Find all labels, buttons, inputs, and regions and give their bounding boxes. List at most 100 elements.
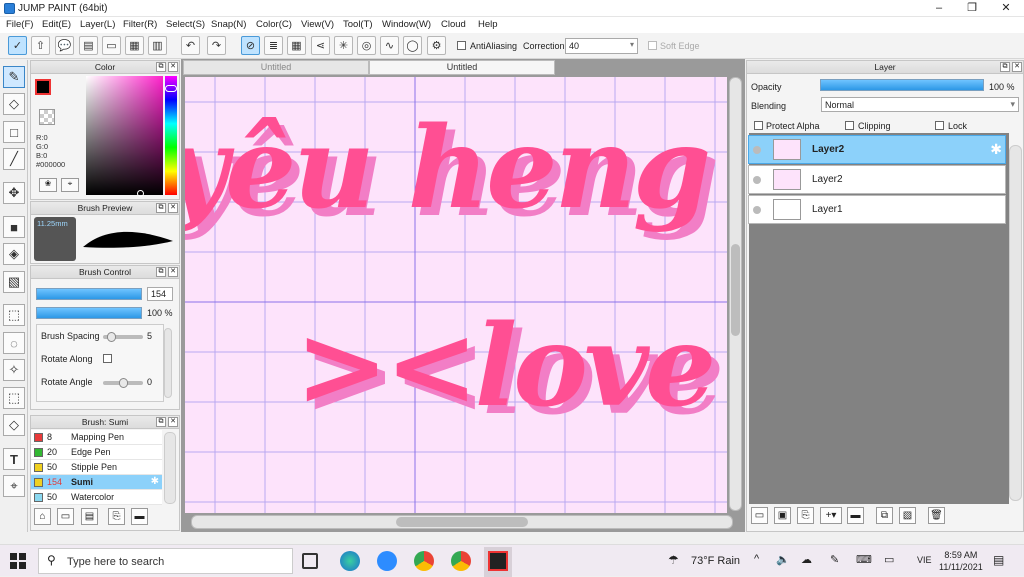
close-icon[interactable]: ✕ [168,417,178,427]
task-view-icon[interactable] [302,553,318,569]
layout-icon[interactable]: ▥ [148,36,167,55]
lock-checkbox[interactable] [935,121,944,130]
saturation-value-picker[interactable] [86,76,163,195]
new-document-icon[interactable]: ▭ [102,36,121,55]
snap-settings-icon[interactable]: ⚙ [427,36,446,55]
eraser-tool-icon[interactable]: ◇ [3,93,25,115]
vertical-scrollbar[interactable] [729,77,742,511]
foreground-color-swatch[interactable] [35,79,51,95]
layer-folder-icon[interactable]: ▬ [847,507,864,524]
menu-color[interactable]: Color(C) [256,19,292,30]
chevron-up-icon[interactable]: ^ [754,553,759,565]
menu-edit[interactable]: Edit(E) [42,19,71,30]
cloud-icon[interactable]: ☁ [801,553,812,566]
gradient-tool-icon[interactable]: ▧ [3,271,25,293]
chrome-icon[interactable] [414,551,434,571]
picker-cursor[interactable] [137,190,144,197]
menu-select[interactable]: Select(S) [166,19,205,30]
battery-icon[interactable]: ▭ [884,553,894,566]
brush-shop-icon[interactable]: ⌂ [34,508,51,525]
antialiasing-checkbox[interactable] [457,41,466,50]
speaker-icon[interactable]: 🔈 [776,553,790,566]
close-icon[interactable]: ✕ [1012,62,1022,72]
menu-tool[interactable]: Tool(T) [343,19,373,30]
document-tab-active[interactable]: Untitled [369,60,555,75]
gear-icon[interactable]: ✱ [990,141,1002,158]
start-icon[interactable] [10,553,26,569]
transparent-swatch[interactable] [39,109,55,125]
blending-select[interactable]: Normal ▾ [821,97,1019,112]
rectangle-tool-icon[interactable]: □ [3,121,25,143]
snap-off-icon[interactable]: ⊘ [241,36,260,55]
new-layer-icon[interactable]: ▭ [751,507,768,524]
search-box[interactable]: ⚲ Type here to search [38,548,293,574]
close-icon[interactable]: ✕ [168,203,178,213]
menu-help[interactable]: Help [478,19,498,30]
document-tab[interactable]: Untitled [183,60,369,75]
weather-text[interactable]: 73°F Rain [691,555,740,567]
brush-spacing-knob[interactable] [107,332,116,342]
undock-icon[interactable]: ⧉ [1000,62,1010,72]
maximize-button[interactable]: ❐ [955,0,989,17]
eyedropper-tool-icon[interactable]: ⌖ [3,475,25,497]
menu-view[interactable]: View(V) [301,19,334,30]
undock-icon[interactable]: ⧉ [156,417,166,427]
snap-circle-icon[interactable]: ◎ [357,36,376,55]
weather-icon[interactable]: ☂ [668,553,679,567]
brush-size-input[interactable]: 154 [147,287,173,301]
brush-size-bar[interactable] [36,288,142,300]
layer-mask-icon[interactable]: ▧ [899,507,916,524]
undock-icon[interactable]: ⧉ [156,62,166,72]
clipping-checkbox[interactable] [845,121,854,130]
brush-folder-icon[interactable]: ▬ [131,508,148,525]
menu-filter[interactable]: Filter(R) [123,19,157,30]
layer-row[interactable]: Layer2 ✱ [748,135,1006,164]
move-tool-icon[interactable]: ✥ [3,182,25,204]
notification-icon[interactable]: ▤ [993,553,1004,567]
snap-curve-icon[interactable]: ∿ [380,36,399,55]
select-rect-icon[interactable]: ⬚ [3,304,25,326]
layer-row[interactable]: Layer1 [748,195,1006,224]
brush-item-mapping-pen[interactable]: 8 Mapping Pen [31,430,162,445]
visibility-icon[interactable] [753,176,761,184]
palette-icon[interactable]: ❀ [39,178,57,192]
redo-icon[interactable]: ↷ [207,36,226,55]
brush-tool-icon[interactable]: ✎ [3,66,25,88]
brush-settings-scrollbar[interactable] [164,328,172,398]
rotate-along-checkbox[interactable] [103,354,112,363]
visibility-icon[interactable] [753,206,761,214]
visibility-icon[interactable] [753,146,761,154]
brush-item-watercolor[interactable]: 50 Watercolor [31,490,162,505]
chrome-profile-icon[interactable] [451,551,471,571]
brush-list-scrollbar[interactable] [164,432,176,504]
lasso-icon[interactable]: ◌ [3,332,25,354]
rotate-angle-knob[interactable] [119,378,128,388]
delete-layer-icon[interactable]: 🗑 [928,507,945,524]
snap-grid-icon[interactable]: ▦ [287,36,306,55]
protect-alpha-checkbox[interactable] [754,121,763,130]
menu-layer[interactable]: Layer(L) [80,19,115,30]
edge-browser-icon[interactable] [340,551,360,571]
gear-icon[interactable]: ✱ [151,476,159,487]
hue-cursor[interactable] [165,85,177,92]
correction-select[interactable]: 40 ▾ [565,38,638,54]
brush-copy-icon[interactable]: ⎘ [108,508,125,525]
menu-snap[interactable]: Snap(N) [211,19,246,30]
close-icon[interactable]: ✕ [168,267,178,277]
minimize-button[interactable]: – [922,0,956,17]
pen-icon[interactable]: ✎ [830,553,839,566]
brush-menu-icon[interactable]: ▤ [81,508,98,525]
new-layer-folder-icon[interactable]: ▣ [774,507,791,524]
menu-cloud[interactable]: Cloud [441,19,466,30]
cloud-check-icon[interactable]: ✓ [8,36,27,55]
message-icon[interactable]: ▤ [79,36,98,55]
snap-parallel-icon[interactable]: ≣ [264,36,283,55]
brush-opacity-bar[interactable] [36,307,142,319]
horizontal-scroll-thumb[interactable] [396,517,528,527]
menu-file[interactable]: File(F) [6,19,33,30]
close-button[interactable]: ✕ [989,0,1023,17]
clock[interactable]: 8:59 AM 11/11/2021 [939,549,983,573]
select-eraser-icon[interactable]: ◇ [3,414,25,436]
layer-row[interactable]: Layer2 [748,165,1006,194]
keyboard-icon[interactable]: ⌨ [856,553,872,566]
